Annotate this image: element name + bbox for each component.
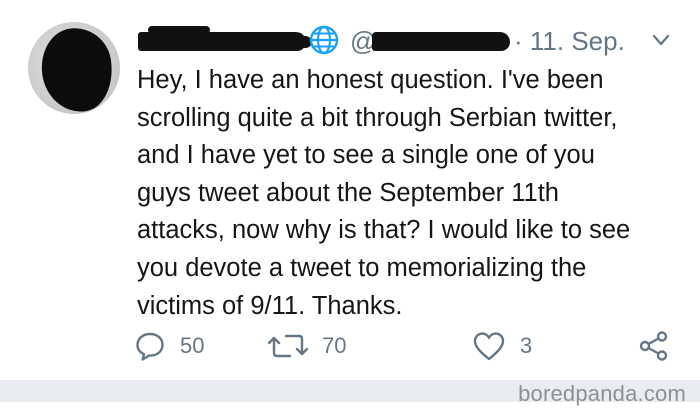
tweet-text-line: you devote a tweet to memorializing the [137,253,587,282]
share-icon [639,331,668,361]
retweet-count: 70 [322,333,347,358]
heart-icon [473,332,505,361]
globe-icon [309,25,339,55]
like-button[interactable]: 3 [472,328,532,364]
handle-redaction[interactable] [372,32,510,51]
tweet-text-line: victims of 9/11. Thanks. [137,291,403,320]
like-count: 3 [520,333,533,358]
tweet-text-line: guys tweet about the September 11th [137,178,559,207]
tweet-date[interactable]: · 11. Sep. [514,26,625,56]
display-name-redaction[interactable] [138,26,312,51]
reply-button[interactable]: 50 [134,328,204,364]
avatar[interactable] [28,22,120,114]
avatar-redaction [36,23,118,114]
retweet-icon [268,334,308,358]
reply-icon [136,332,164,361]
chevron-down-icon[interactable] [651,32,671,48]
tweet-header: @ · 11. Sep. [138,24,678,58]
tweet-text-line: scrolling quite a bit through Serbian tw… [137,103,618,132]
share-button[interactable] [638,328,670,364]
tweet-text: Hey, I have an honest question. I've bee… [137,62,685,325]
retweet-button[interactable]: 70 [268,328,346,364]
tweet-text-line: and I have yet to see a single one of yo… [137,141,595,170]
tweet-card[interactable]: @ · 11. Sep. Hey, I have an honest quest… [0,0,700,380]
watermark: boredpanda.com [518,381,686,406]
tweet-text-line: Hey, I have an honest question. I've bee… [137,66,604,94]
reply-count: 50 [180,333,205,358]
tweet-actions: 50 70 3 [134,328,674,364]
tweet-text-line: attacks, now why is that? I would like t… [137,216,631,245]
